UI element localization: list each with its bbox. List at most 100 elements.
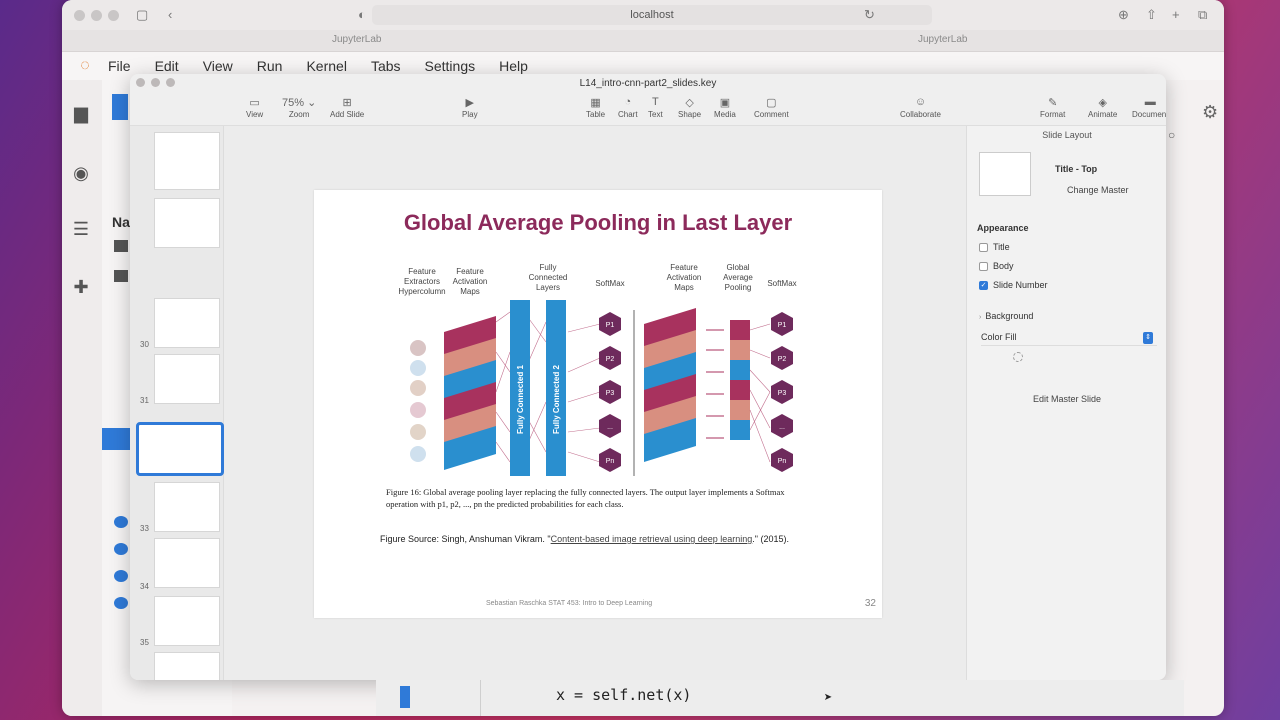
slide-thumbnail-36[interactable] (154, 652, 220, 680)
body-checkbox[interactable] (979, 262, 988, 272)
slide-thumbnail-34[interactable] (154, 538, 220, 588)
slide-thumbnail-30[interactable] (154, 298, 220, 348)
toolbar-text-button[interactable]: T Text (648, 96, 663, 119)
toolbar-document-button[interactable]: ▬ Document (1132, 96, 1166, 119)
new-tab-icon[interactable]: + (1172, 7, 1180, 22)
add-slide-icon: ⊞ (342, 97, 352, 109)
toolbar-label: Comment (754, 110, 789, 119)
gap-cell (730, 400, 750, 420)
option-slide-number[interactable]: ✓ Slide Number (979, 280, 1048, 291)
toolbar-label: Play (462, 110, 478, 119)
folder-icon[interactable]: ▆ (70, 102, 92, 124)
kn-close-dot[interactable] (136, 78, 145, 87)
toolbar-zoom-button[interactable]: 75% ⌄ Zoom (282, 96, 316, 119)
code-line[interactable]: x = self.net(x) (556, 686, 691, 704)
title-checkbox[interactable] (979, 243, 988, 253)
toc-icon[interactable]: ☰ (70, 218, 92, 240)
menu-help[interactable]: Help (499, 58, 528, 74)
toolbar-format-button[interactable]: ✎ Format (1040, 96, 1065, 119)
menu-file[interactable]: File (108, 58, 131, 74)
download-icon[interactable]: ⊕ (1118, 7, 1129, 23)
close-dot[interactable] (74, 9, 85, 21)
disclosure-chevron-icon[interactable]: › (979, 314, 981, 321)
option-body[interactable]: Body (979, 261, 1014, 272)
slide-thumbnail[interactable] (154, 198, 220, 248)
settings-gear-icon[interactable]: ⚙ (1202, 102, 1218, 123)
slide-32[interactable]: Global Average Pooling in Last Layer Fea… (314, 190, 882, 618)
python-file-icon[interactable] (114, 543, 128, 555)
layout-preview[interactable] (979, 152, 1031, 196)
folder-row-icon[interactable] (114, 240, 128, 252)
share-icon[interactable]: ⇧ (1146, 7, 1157, 23)
python-file-icon[interactable] (114, 570, 128, 582)
toolbar-animate-button[interactable]: ◈ Animate (1088, 96, 1117, 119)
sidebar-toggle-icon[interactable]: ▢ (136, 7, 148, 23)
menu-settings[interactable]: Settings (425, 58, 476, 74)
play-icon: ▶ (465, 97, 475, 109)
option-title[interactable]: Title (979, 242, 1010, 253)
tab-jupyterlab-1[interactable]: JupyterLab (332, 34, 381, 45)
color-well[interactable] (1013, 352, 1023, 362)
hdr-softmax-left: SoftMax (595, 279, 624, 288)
slide-number-checkbox[interactable]: ✓ (979, 281, 988, 291)
prob-label: Pn (606, 458, 615, 465)
reload-icon[interactable]: ↻ (864, 7, 875, 23)
kn-zoom-dot[interactable] (166, 78, 175, 87)
tab-jupyterlab-2[interactable]: JupyterLab (918, 34, 967, 45)
menu-edit[interactable]: Edit (155, 58, 179, 74)
change-master-button[interactable]: Change Master (1067, 185, 1129, 195)
extension-icon[interactable]: ✚ (70, 276, 92, 298)
new-launcher-button[interactable] (112, 94, 128, 120)
cnn-diagram: Feature Extractors Hypercolumn Feature Acti… (398, 263, 797, 476)
menu-run[interactable]: Run (257, 58, 283, 74)
format-icon: ✎ (1048, 97, 1058, 109)
menu-tabs[interactable]: Tabs (371, 58, 401, 74)
slide-canvas: Global Average Pooling in Last Layer Fea… (224, 126, 966, 680)
toolbar-chart-button[interactable]: ◔ Chart (618, 96, 638, 119)
minimize-dot[interactable] (91, 9, 102, 21)
toolbar-collaborate-button[interactable]: ☺ Collaborate (900, 96, 941, 119)
toolbar-media-button[interactable]: ▣ Media (714, 96, 736, 119)
slide-thumbnail-33[interactable] (154, 482, 220, 532)
back-icon[interactable]: ‹ (168, 7, 172, 22)
folder-row-icon[interactable] (114, 270, 128, 282)
menu-kernel[interactable]: Kernel (306, 58, 346, 74)
slide-thumbnail[interactable] (154, 132, 220, 190)
toolbar-table-button[interactable]: ▦ Table (586, 96, 605, 119)
stepper-icon[interactable]: ⇕ (1143, 332, 1153, 344)
gap-cell (730, 360, 750, 380)
zoom-dot[interactable] (108, 9, 119, 21)
toolbar-label: Format (1040, 110, 1066, 119)
slide-number: 35 (140, 638, 149, 647)
url-text: localhost (630, 9, 674, 21)
slide-thumbnail-35[interactable] (154, 596, 220, 646)
slide-thumbnail-31[interactable] (154, 354, 220, 404)
python-file-icon[interactable] (114, 597, 128, 609)
source-link[interactable]: Content-based image retrieval using deep… (551, 534, 753, 544)
toolbar-shape-button[interactable]: ◇ Shape (678, 96, 701, 119)
kn-min-dot[interactable] (151, 78, 160, 87)
toolbar-view-button[interactable]: ▭ View (246, 96, 263, 119)
toolbar-label: Shape (678, 110, 702, 119)
toolbar-add-slide-button[interactable]: ⊞ Add Slide (330, 96, 364, 119)
comment-icon: ▢ (766, 97, 777, 109)
mouse-pointer-icon: ➤ (824, 690, 833, 706)
toolbar-label: Media (714, 110, 736, 119)
toolbar-label: Text (648, 110, 663, 119)
slide-navigator: 30 31 32 33 34 35 36 (130, 126, 224, 680)
prob-label: P3 (778, 390, 787, 397)
gap-cell (730, 340, 750, 360)
edit-master-button[interactable]: Edit Master Slide (967, 394, 1166, 404)
address-bar[interactable]: localhost (372, 5, 932, 25)
inspector-header: Slide Layout (1042, 130, 1092, 140)
slide-number: 30 (140, 340, 149, 349)
gap-cell (730, 380, 750, 400)
python-file-icon[interactable] (114, 516, 128, 528)
toolbar-comment-button[interactable]: ▢ Comment (754, 96, 789, 119)
color-fill-select[interactable]: Color Fill ⇕ (981, 332, 1157, 346)
slide-title: Global Average Pooling in Last Layer (403, 210, 793, 235)
running-icon[interactable]: ◉ (70, 162, 92, 184)
toolbar-play-button[interactable]: ▶ Play (462, 96, 478, 119)
menu-view[interactable]: View (203, 58, 233, 74)
tabs-overview-icon[interactable]: ⧉ (1198, 7, 1207, 23)
